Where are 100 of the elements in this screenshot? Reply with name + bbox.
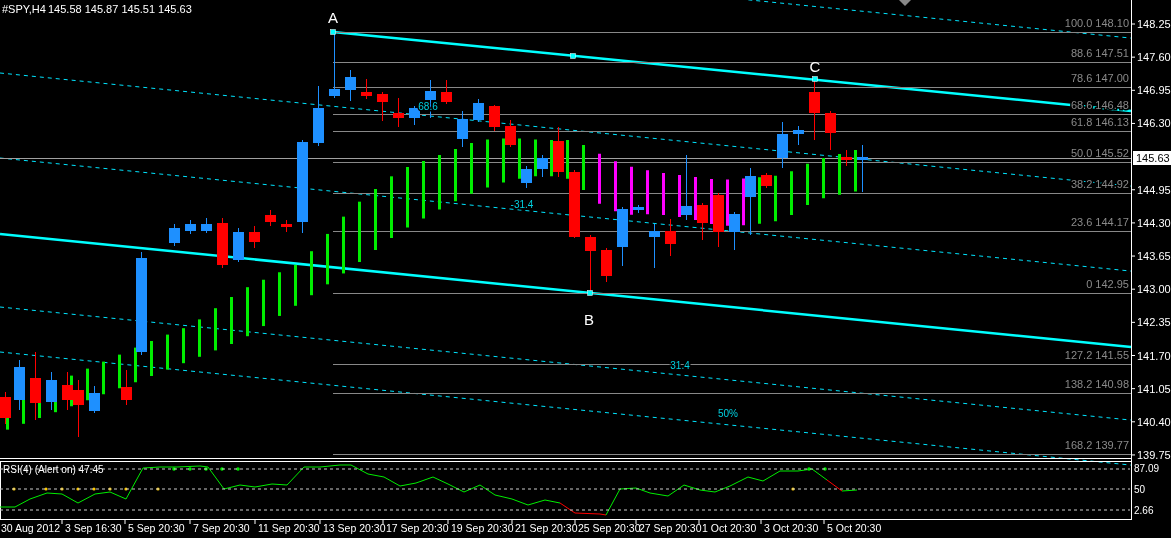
candlestick: [185, 220, 196, 234]
indicator-bar: [102, 361, 105, 395]
fibonacci-level-label: 127.2 141.55: [1064, 349, 1129, 361]
indicator-bar: [790, 171, 793, 215]
fibonacci-level-label: 61.8 146.13: [1070, 116, 1129, 128]
candlestick: [729, 212, 740, 250]
candlestick: [233, 228, 244, 262]
time-axis-label: 17 Sep 20:30: [386, 522, 449, 534]
candlestick: [473, 99, 484, 122]
indicator-bar: [358, 201, 361, 262]
candlestick: [809, 80, 820, 140]
rsi-axis-label: 87.09: [1134, 463, 1160, 474]
indicator-bar: [374, 189, 377, 250]
candlestick: [121, 370, 132, 405]
time-axis-label: 21 Sep 20:30: [515, 522, 578, 534]
candlestick: [633, 205, 644, 213]
time-axis-label: 11 Sep 20:30: [258, 522, 320, 534]
indicator-bar: [310, 251, 313, 296]
indicator-bar: [326, 233, 329, 285]
symbol-label: #SPY,H4: [2, 3, 46, 15]
indicator-bar: [134, 347, 137, 383]
candlestick: [777, 122, 788, 168]
rsi-axis-label: 2.66: [1134, 505, 1154, 516]
indicator-bar: [678, 175, 681, 217]
time-axis-label: 7 Sep 20:30: [193, 522, 250, 534]
candlestick: [585, 235, 596, 293]
candlestick: [761, 173, 772, 188]
indicator-bar: [470, 143, 473, 194]
indicator-bar: [550, 140, 553, 177]
indicator-bar: [438, 155, 441, 210]
candlestick: [249, 226, 260, 248]
indicator-bar: [646, 170, 649, 215]
time-axis-label: 27 Sep 20:30: [639, 522, 702, 534]
indicator-bar: [198, 319, 201, 357]
candlestick: [569, 170, 580, 238]
indicator-bar: [774, 175, 777, 222]
indicator-bar: [758, 177, 761, 224]
price-axis-label: 143.00: [1137, 283, 1171, 296]
candlestick: [377, 92, 388, 121]
indicator-bar: [694, 177, 697, 220]
current-price-label: 145.63: [1133, 151, 1171, 165]
candlestick: [745, 168, 756, 235]
candlestick: [825, 111, 836, 150]
candlestick: [793, 126, 804, 145]
indicator-bar: [390, 176, 393, 238]
indicator-bar: [742, 178, 745, 226]
indicator-bar: [566, 140, 569, 179]
fibonacci-level-label: 0 142.95: [1086, 278, 1129, 290]
candlestick: [713, 193, 724, 247]
indicator-bar: [582, 145, 585, 190]
indicator-bar: [230, 297, 233, 344]
wave-label: A: [328, 9, 338, 26]
candlestick: [601, 248, 612, 282]
time-axis-label: 5 Oct 20:30: [827, 522, 882, 534]
indicator-bar: [86, 368, 89, 401]
indicator-bar: [726, 179, 729, 226]
candlestick: [345, 70, 356, 101]
indicator-bar: [534, 139, 537, 177]
fibonacci-level-label: 138.2 140.98: [1064, 378, 1129, 390]
candlestick: [313, 86, 324, 146]
indicator-bar: [486, 139, 489, 188]
price-axis-label: 148.25: [1137, 18, 1171, 30]
candlestick: [665, 219, 676, 256]
wave-label: B: [584, 311, 594, 328]
indicator-bar: [406, 167, 409, 228]
candlestick: [14, 360, 25, 410]
ohlc-readout: 145.58 145.87 145.51 145.63: [48, 3, 192, 15]
candlestick: [617, 207, 628, 266]
indicator-bar: [214, 308, 217, 351]
candlestick: [537, 155, 548, 177]
indicator-bar: [422, 161, 425, 219]
price-axis-label: 139.75: [1137, 448, 1171, 461]
indicator-bar: [150, 341, 153, 376]
indicator-bar: [502, 138, 505, 183]
fibonacci-level-label: 38.2 144.92: [1070, 178, 1129, 190]
price-axis-label: 147.60: [1137, 51, 1171, 64]
time-axis-label: 3 Oct 20:30: [764, 522, 819, 534]
time-axis-label: 5 Sep 20:30: [128, 522, 185, 534]
fibonacci-level-label: 100.0 148.10: [1064, 17, 1129, 29]
pivot-marker: [587, 290, 593, 296]
candlestick: [169, 224, 180, 246]
time-axis-label: 25 Sep 20:30: [578, 522, 641, 534]
indicator-bar: [710, 179, 713, 224]
candlestick: [0, 392, 11, 424]
indicator-bar: [598, 153, 601, 204]
price-axis-label: 142.35: [1137, 316, 1171, 329]
indicator-bar: [262, 279, 265, 327]
candlestick: [217, 218, 228, 268]
fibonacci-level-label: 78.6 147.00: [1070, 72, 1129, 84]
channel-level-label: 50%: [718, 408, 738, 419]
indicator-bar: [854, 150, 857, 192]
time-axis-label: 1 Oct 20:30: [702, 522, 757, 534]
candlestick: [281, 220, 292, 232]
fibonacci-level-label: 88.6 147.51: [1070, 47, 1129, 59]
candlestick: [489, 105, 500, 131]
pivot-marker: [570, 53, 576, 59]
candlestick: [841, 150, 852, 166]
candlestick: [441, 80, 452, 104]
indicator-bar: [246, 287, 249, 337]
indicator-bar: [342, 216, 345, 274]
